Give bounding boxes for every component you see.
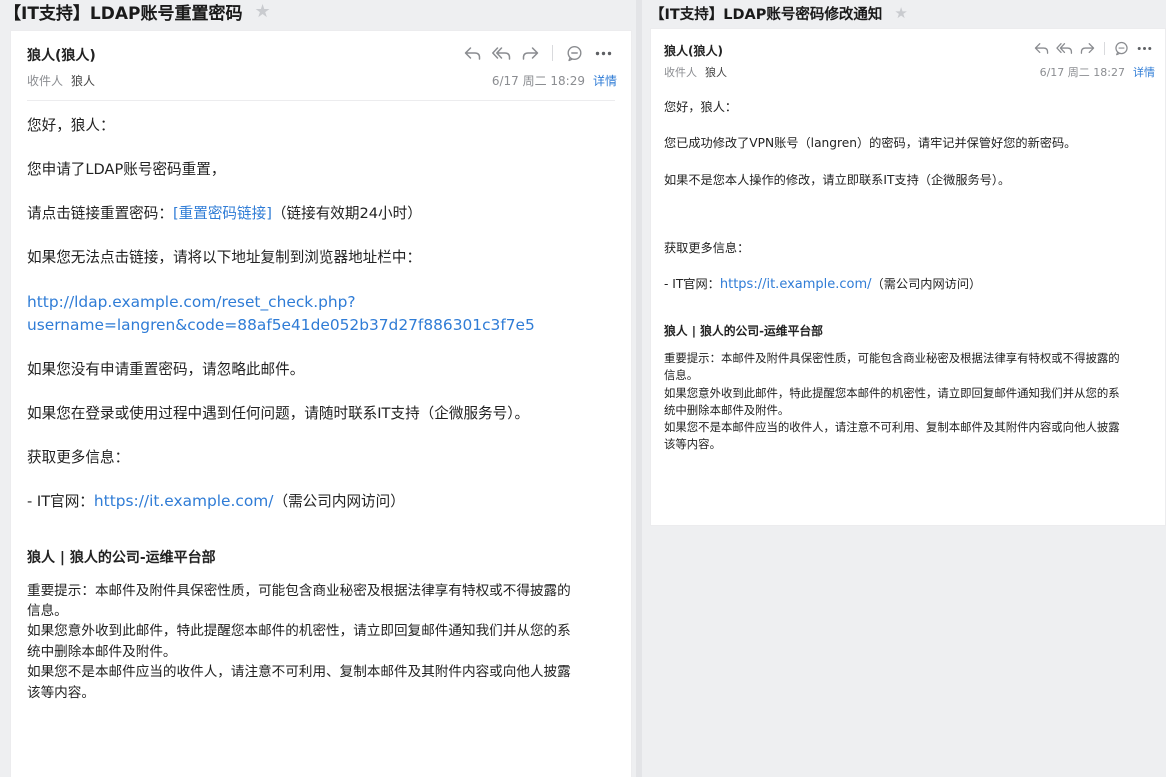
reset-url[interactable]: http://ldap.example.com/reset_check.php?… bbox=[27, 291, 617, 337]
reply-icon[interactable] bbox=[463, 44, 482, 63]
more-icon[interactable] bbox=[1136, 40, 1153, 57]
contact-text: 如果您在登录或使用过程中遇到任何问题，请随时联系IT支持（企微服务号）。 bbox=[27, 404, 530, 422]
comment-icon[interactable] bbox=[565, 44, 584, 63]
email-pane-left: 【IT支持】LDAP账号重置密码 ★ 狼人(狼人) 收件人 狼人 6/17 周二… bbox=[0, 0, 636, 777]
email-toolbar bbox=[463, 43, 613, 63]
reset-suffix: （链接有效期24小时） bbox=[271, 204, 422, 222]
header-divider bbox=[27, 100, 615, 101]
star-icon[interactable]: ★ bbox=[254, 1, 270, 22]
more-icon[interactable] bbox=[594, 44, 613, 63]
more-info-text: 获取更多信息： bbox=[664, 240, 750, 255]
disclaimer: 重要提示：本邮件及附件具保密性质，可能包含商业秘密及根据法律享有特权或不得披露的… bbox=[664, 350, 1153, 453]
recipient-row: 收件人 狼人 bbox=[664, 64, 727, 80]
greeting-text: 您好，狼人： bbox=[27, 117, 115, 134]
toolbar-divider bbox=[1104, 41, 1105, 55]
disclaimer-line: 如果您不是本邮件应当的收件人，请注意不可利用、复制本邮件及其附件内容或向他人披露 bbox=[664, 419, 1120, 434]
not-you-text: 如果不是您本人操作的修改，请立即联系IT支持（企微服务号）。 bbox=[664, 172, 1011, 187]
it-site-link[interactable]: https://it.example.com/ bbox=[720, 277, 872, 292]
email-subject: 【IT支持】LDAP账号重置密码 ★ bbox=[4, 0, 271, 24]
recipient-label: 收件人 bbox=[664, 66, 697, 79]
sender-name[interactable]: 狼人(狼人) bbox=[27, 45, 96, 65]
disclaimer-line: 信息。 bbox=[664, 368, 699, 383]
details-link[interactable]: 详情 bbox=[1133, 66, 1155, 79]
star-icon[interactable]: ★ bbox=[894, 4, 907, 22]
recipient-row: 收件人 狼人 bbox=[27, 72, 95, 89]
email-body: 您好，狼人： 您已成功修改了VPN账号（langren）的密码，请牢记并保管好您… bbox=[664, 98, 1153, 453]
forward-icon[interactable] bbox=[521, 44, 540, 63]
disclaimer-line: 如果您不是本邮件应当的收件人，请注意不可利用、复制本邮件及其附件内容或向他人披露 bbox=[27, 664, 571, 681]
reply-all-icon[interactable] bbox=[492, 44, 511, 63]
ignore-text: 如果您没有申请重置密码，请忽略此邮件。 bbox=[27, 360, 305, 378]
it-site-prefix: - IT官网： bbox=[27, 493, 94, 511]
signature: 狼人 | 狼人的公司-运维平台部 bbox=[664, 323, 823, 338]
email-toolbar bbox=[1033, 39, 1153, 57]
email-date-text: 6/17 周二 18:27 bbox=[1039, 66, 1125, 79]
reply-icon[interactable] bbox=[1033, 40, 1050, 57]
reset-url-line1[interactable]: http://ldap.example.com/reset_check.php? bbox=[27, 291, 617, 314]
disclaimer-line: 信息。 bbox=[27, 602, 68, 619]
email-date: 6/17 周二 18:27 详情 bbox=[1040, 64, 1155, 80]
email-pane-right: 【IT支持】LDAP账号密码修改通知 ★ 狼人(狼人) 收件人 狼人 6/17 … bbox=[642, 0, 1166, 777]
email-body: 您好，狼人： 您申请了LDAP账号密码重置， 请点击链接重置密码：[重置密码链接… bbox=[27, 115, 617, 703]
copy-hint-text: 如果您无法点击链接，请将以下地址复制到浏览器地址栏中： bbox=[27, 248, 422, 266]
disclaimer: 重要提示：本邮件及附件具保密性质，可能包含商业秘密及根据法律享有特权或不得披露的… bbox=[27, 581, 617, 703]
forward-icon[interactable] bbox=[1079, 40, 1096, 57]
email-subject-text: 【IT支持】LDAP账号重置密码 bbox=[4, 3, 243, 24]
it-site-row: - IT官网：https://it.example.com/（需公司内网访问） bbox=[664, 275, 1153, 295]
changed-text: 您已成功修改了VPN账号（langren）的密码，请牢记并保管好您的新密码。 bbox=[664, 136, 1077, 151]
it-site-link[interactable]: https://it.example.com/ bbox=[94, 492, 274, 510]
reply-all-icon[interactable] bbox=[1056, 40, 1073, 57]
email-card: 狼人(狼人) 收件人 狼人 bbox=[650, 28, 1166, 526]
disclaimer-line: 重要提示：本邮件及附件具保密性质，可能包含商业秘密及根据法律享有特权或不得披露的 bbox=[27, 582, 571, 599]
requested-text: 您申请了LDAP账号密码重置， bbox=[27, 160, 226, 178]
it-site-suffix: （需公司内网访问） bbox=[871, 277, 982, 292]
recipient-label: 收件人 bbox=[27, 74, 64, 88]
email-date: 6/17 周二 18:29 详情 bbox=[492, 72, 617, 89]
email-subject-text: 【IT支持】LDAP账号密码修改通知 bbox=[650, 6, 883, 23]
signature: 狼人 | 狼人的公司-运维平台部 bbox=[27, 549, 216, 566]
disclaimer-line: 该等内容。 bbox=[664, 436, 721, 451]
more-info-text: 获取更多信息： bbox=[27, 448, 130, 466]
email-date-text: 6/17 周二 18:29 bbox=[491, 74, 585, 88]
comment-icon[interactable] bbox=[1113, 40, 1130, 57]
recipient-name[interactable]: 狼人 bbox=[705, 66, 727, 79]
it-site-row: - IT官网：https://it.example.com/（需公司内网访问） bbox=[27, 490, 617, 513]
disclaimer-line: 重要提示：本邮件及附件具保密性质，可能包含商业秘密及根据法律享有特权或不得披露的 bbox=[664, 351, 1120, 366]
disclaimer-line: 如果您意外收到此邮件，特此提醒您本邮件的机密性，请立即回复邮件通知我们并从您的系 bbox=[664, 385, 1120, 400]
disclaimer-line: 统中删除本邮件及附件。 bbox=[27, 643, 177, 660]
recipient-name[interactable]: 狼人 bbox=[71, 74, 95, 88]
reset-password-link[interactable]: [重置密码链接] bbox=[173, 205, 272, 222]
reset-url-line2[interactable]: username=langren&code=88af5e41de052b37d2… bbox=[27, 314, 617, 337]
disclaimer-line: 如果您意外收到此邮件，特此提醒您本邮件的机密性，请立即回复邮件通知我们并从您的系 bbox=[27, 623, 571, 640]
toolbar-divider bbox=[552, 45, 553, 61]
it-site-suffix: （需公司内网访问） bbox=[273, 493, 405, 511]
reset-prefix: 请点击链接重置密码： bbox=[27, 204, 173, 222]
it-site-prefix: - IT官网： bbox=[664, 277, 720, 292]
disclaimer-line: 该等内容。 bbox=[27, 684, 95, 701]
sender-name[interactable]: 狼人(狼人) bbox=[664, 42, 723, 59]
email-card: 狼人(狼人) 收件人 狼人 bbox=[10, 30, 632, 777]
email-subject: 【IT支持】LDAP账号密码修改通知 ★ bbox=[650, 2, 908, 24]
reset-instruction: 请点击链接重置密码：[重置密码链接]（链接有效期24小时） bbox=[27, 203, 617, 225]
disclaimer-line: 统中删除本邮件及附件。 bbox=[664, 402, 790, 417]
details-link[interactable]: 详情 bbox=[593, 74, 617, 88]
greeting-text: 您好，狼人： bbox=[664, 100, 738, 114]
